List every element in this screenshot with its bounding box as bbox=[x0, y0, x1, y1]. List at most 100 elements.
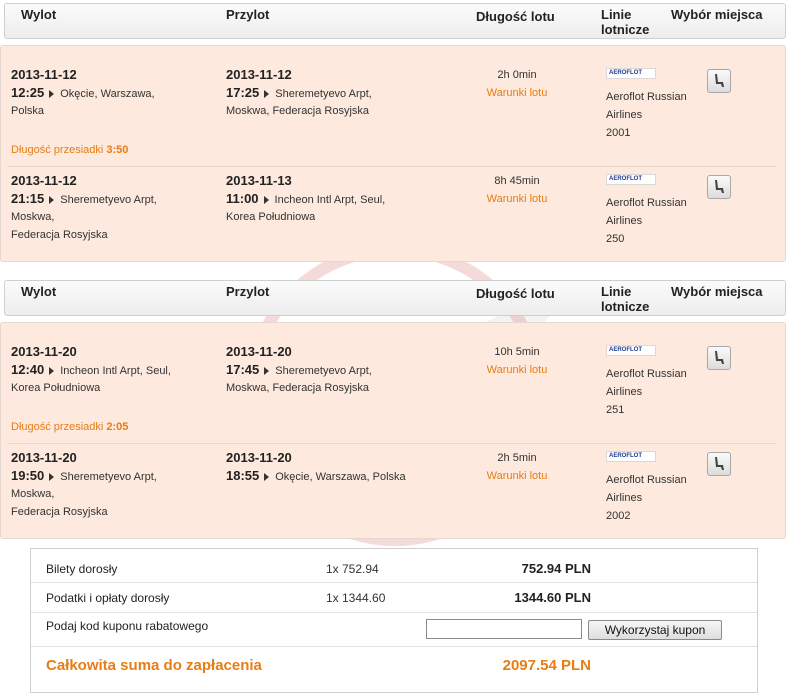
arrow-right-icon bbox=[264, 367, 270, 376]
taxes-row: Podatki i opłaty dorosły 1x 1344.60 1344… bbox=[31, 583, 757, 613]
arrival-place-cont: Moskwa, Federacja Rosyjska bbox=[226, 105, 370, 117]
col-arrival: Przylot bbox=[226, 7, 270, 22]
apply-coupon-button[interactable]: Wykorzystaj kupon bbox=[588, 620, 722, 640]
flight-conditions-link[interactable]: Warunki lotu bbox=[467, 467, 567, 485]
departure-place-cont: Federacja Rosyjska bbox=[11, 506, 108, 518]
departure-place-cont: Polska bbox=[11, 105, 45, 117]
seat-selection-button[interactable] bbox=[707, 346, 731, 370]
coupon-code-input[interactable] bbox=[426, 619, 582, 639]
outbound-table-header: Wylot Przylot Długość lotu Linie lotnicz… bbox=[4, 3, 786, 39]
airline-name-cont: Airlines bbox=[606, 492, 643, 504]
arrival-date: 2013-11-20 bbox=[226, 450, 292, 465]
flight-conditions-link[interactable]: Warunki lotu bbox=[467, 84, 567, 102]
airline-name-cont: Airlines bbox=[606, 386, 643, 398]
arrow-right-icon bbox=[49, 196, 55, 205]
departure-time: 12:40 bbox=[11, 362, 45, 377]
airline-name-cont: Airlines bbox=[606, 215, 643, 227]
col-duration: Długość lotu bbox=[476, 286, 555, 301]
arrival-info: 18:55 Okęcie, Warszawa, Polska bbox=[226, 467, 406, 486]
arrival-time: 18:55 bbox=[226, 468, 260, 483]
flight-duration: 2h 5min bbox=[497, 452, 537, 464]
departure-place-cont: Moskwa, bbox=[11, 211, 55, 223]
departure-date: 2013-11-20 bbox=[11, 344, 77, 359]
taxes-quantity: 1x 1344.60 bbox=[326, 591, 386, 605]
tickets-quantity: 1x 752.94 bbox=[326, 562, 379, 576]
col-seat-selection: Wybór miejsca bbox=[671, 7, 763, 22]
arrow-right-icon bbox=[264, 473, 270, 482]
departure-place: Incheon Intl Arpt, Seul, bbox=[60, 365, 171, 377]
seat-icon bbox=[715, 180, 724, 193]
flight-conditions-link[interactable]: Warunki lotu bbox=[467, 361, 567, 379]
arrow-right-icon bbox=[264, 90, 270, 99]
departure-time: 21:15 bbox=[11, 191, 45, 206]
arrival-date: 2013-11-13 bbox=[226, 173, 292, 188]
coupon-label: Podaj kod kuponu rabatowego bbox=[46, 619, 209, 633]
taxes-label: Podatki i opłaty dorosły bbox=[46, 591, 170, 605]
arrival-place: Sheremetyevo Arpt, bbox=[275, 88, 372, 100]
return-table-header: Wylot Przylot Długość lotu Linie lotnicz… bbox=[4, 280, 786, 316]
flight-duration: 2h 0min bbox=[497, 69, 537, 81]
arrival-place-cont: Moskwa, Federacja Rosyjska bbox=[226, 382, 370, 394]
col-arrival: Przylot bbox=[226, 284, 270, 299]
departure-date: 2013-11-12 bbox=[11, 173, 77, 188]
arrow-right-icon bbox=[49, 473, 55, 482]
transfer-duration: Długość przesiadki 3:50 bbox=[11, 144, 129, 156]
col-departure: Wylot bbox=[21, 7, 57, 22]
departure-place: Sheremetyevo Arpt, bbox=[60, 471, 157, 483]
departure-info: 12:40 Incheon Intl Arpt, Seul, bbox=[11, 361, 171, 380]
col-airlines: Linie lotnicze bbox=[601, 284, 650, 314]
col-airlines: Linie lotnicze bbox=[601, 7, 650, 37]
departure-time: 19:50 bbox=[11, 468, 45, 483]
arrival-time: 17:45 bbox=[226, 362, 260, 377]
departure-info: 19:50 Sheremetyevo Arpt, bbox=[11, 467, 157, 486]
airline-name-cont: Airlines bbox=[606, 109, 643, 121]
col-seat-selection: Wybór miejsca bbox=[671, 284, 763, 299]
tickets-amount: 752.94 PLN bbox=[521, 561, 591, 576]
airline-name: Aeroflot Russian bbox=[606, 91, 687, 103]
col-departure: Wylot bbox=[21, 284, 57, 299]
flight-conditions-link[interactable]: Warunki lotu bbox=[467, 190, 567, 208]
airline-name: Aeroflot Russian bbox=[606, 368, 687, 380]
segment-divider bbox=[7, 443, 777, 444]
seat-selection-button[interactable] bbox=[707, 452, 731, 476]
departure-info: 12:25 Okęcie, Warszawa, bbox=[11, 84, 155, 103]
total-amount: 2097.54 PLN bbox=[502, 657, 591, 674]
aeroflot-logo-icon: AEROFLOT bbox=[606, 68, 656, 79]
arrival-time: 17:25 bbox=[226, 85, 260, 100]
arrow-right-icon bbox=[49, 90, 55, 99]
departure-place-cont: Federacja Rosyjska bbox=[11, 229, 108, 241]
seat-selection-button[interactable] bbox=[707, 69, 731, 93]
tickets-row: Bilety dorosły 1x 752.94 752.94 PLN bbox=[31, 549, 757, 583]
arrival-place: Sheremetyevo Arpt, bbox=[275, 365, 372, 377]
aeroflot-logo-icon: AEROFLOT bbox=[606, 451, 656, 462]
departure-place: Okęcie, Warszawa, bbox=[60, 88, 155, 100]
arrival-info: 11:00 Incheon Intl Arpt, Seul, bbox=[226, 190, 385, 209]
seat-icon bbox=[715, 457, 724, 470]
departure-place-cont: Korea Południowa bbox=[11, 382, 101, 394]
arrival-place: Incheon Intl Arpt, Seul, bbox=[274, 194, 386, 206]
arrival-date: 2013-11-20 bbox=[226, 344, 292, 359]
arrival-time: 11:00 bbox=[226, 191, 259, 206]
flight-duration: 8h 45min bbox=[494, 175, 540, 187]
total-label: Całkowita suma do zapłacenia bbox=[46, 657, 262, 674]
flight-number: 2001 bbox=[606, 127, 631, 139]
arrival-info: 17:45 Sheremetyevo Arpt, bbox=[226, 361, 372, 380]
seat-selection-button[interactable] bbox=[707, 175, 731, 199]
flight-number: 2002 bbox=[606, 510, 631, 522]
arrival-info: 17:25 Sheremetyevo Arpt, bbox=[226, 84, 372, 103]
departure-date: 2013-11-12 bbox=[11, 67, 77, 82]
departure-info: 21:15 Sheremetyevo Arpt, bbox=[11, 190, 157, 209]
departure-place: Sheremetyevo Arpt, bbox=[60, 194, 157, 206]
arrow-right-icon bbox=[263, 196, 269, 205]
flight-number: 250 bbox=[606, 233, 625, 245]
arrival-date: 2013-11-12 bbox=[226, 67, 292, 82]
airline-name: Aeroflot Russian bbox=[606, 474, 687, 486]
departure-place-cont: Moskwa, bbox=[11, 488, 55, 500]
tickets-label: Bilety dorosły bbox=[46, 562, 118, 576]
aeroflot-logo-icon: AEROFLOT bbox=[606, 345, 656, 356]
segment-divider bbox=[7, 166, 777, 167]
flight-number: 251 bbox=[606, 404, 625, 416]
departure-time: 12:25 bbox=[11, 85, 45, 100]
seat-icon bbox=[715, 351, 724, 364]
flight-duration: 10h 5min bbox=[494, 346, 540, 358]
